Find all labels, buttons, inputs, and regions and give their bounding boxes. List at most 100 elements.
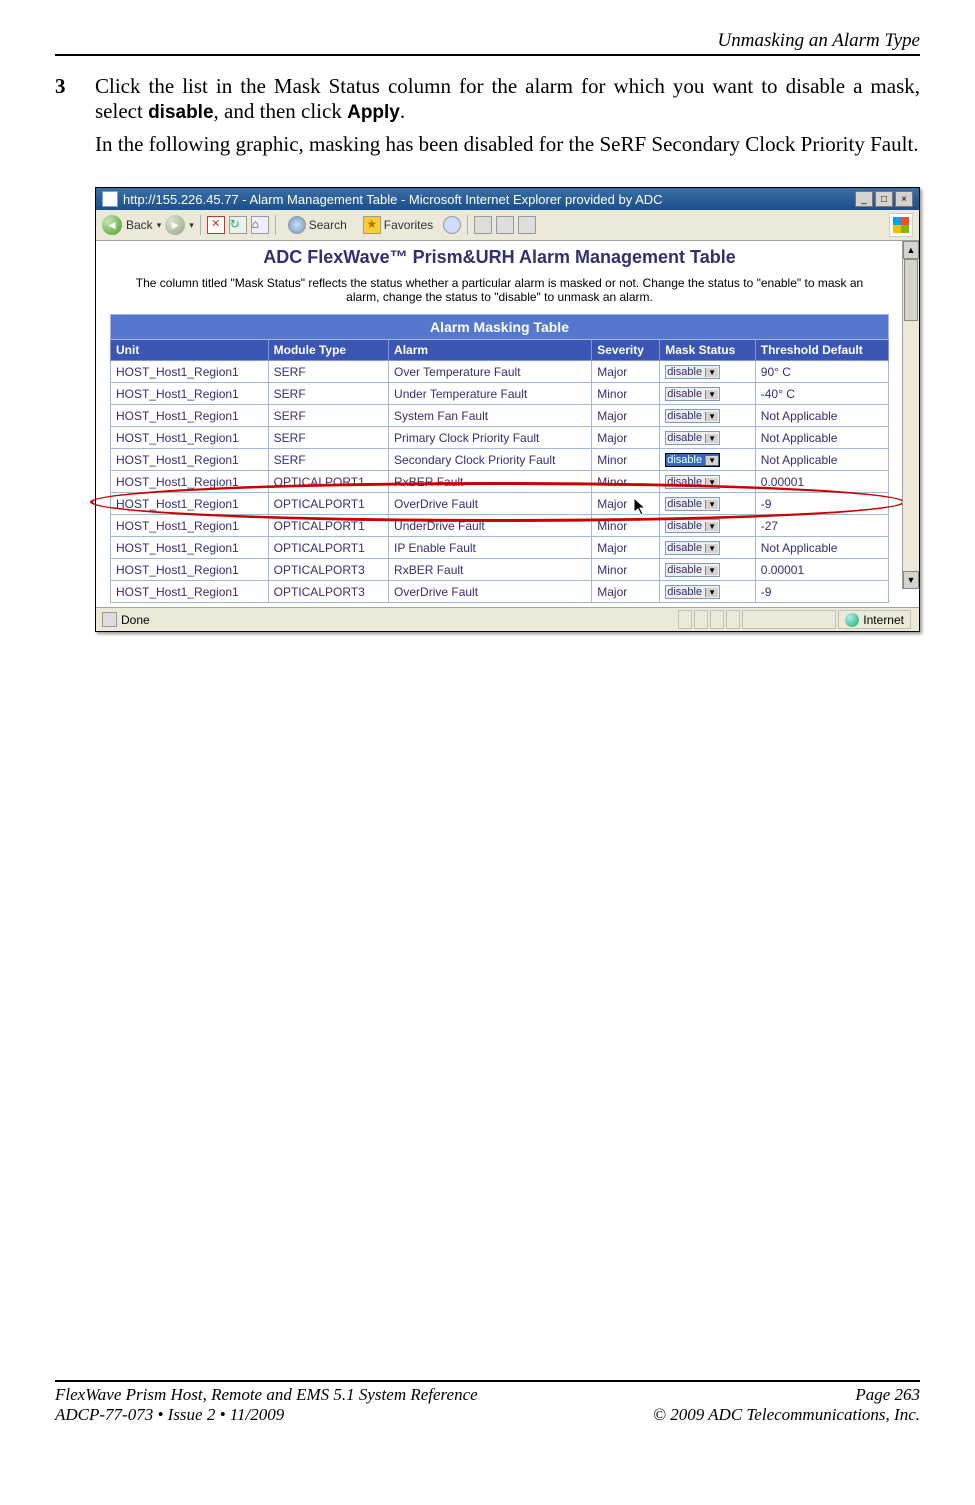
chevron-down-icon[interactable]: ▼ — [705, 500, 718, 509]
mask-status-select[interactable]: disable▼ — [665, 497, 720, 511]
mask-status-cell: disable▼ — [660, 537, 756, 559]
back-button[interactable]: ◄ — [102, 215, 122, 235]
stop-icon[interactable]: ✕ — [207, 216, 225, 234]
mask-status-cell: disable▼ — [660, 449, 756, 471]
cell: Major — [592, 405, 660, 427]
mask-status-cell: disable▼ — [660, 559, 756, 581]
footer-doc-title: FlexWave Prism Host, Remote and EMS 5.1 … — [55, 1385, 478, 1405]
edit-icon[interactable] — [518, 216, 536, 234]
cell: OverDrive Fault — [389, 493, 592, 515]
cell: SERF — [268, 405, 388, 427]
scroll-up-icon[interactable]: ▲ — [903, 241, 919, 259]
cell: OPTICALPORT1 — [268, 471, 388, 493]
search-button[interactable]: Search — [282, 213, 353, 237]
mask-status-cell: disable▼ — [660, 515, 756, 537]
screenshot-figure: http://155.226.45.77 - Alarm Management … — [95, 187, 920, 632]
chevron-down-icon[interactable]: ▼ — [705, 390, 718, 399]
footer-doc-id: ADCP-77-073 • Issue 2 • 11/2009 — [55, 1405, 284, 1425]
windows-logo-icon — [889, 213, 913, 237]
status-done: Done — [121, 613, 150, 627]
cell: Over Temperature Fault — [389, 361, 592, 383]
internet-zone-icon — [845, 613, 859, 627]
chevron-down-icon[interactable]: ▼ — [705, 434, 718, 443]
column-header: Module Type — [268, 340, 388, 361]
table-row: HOST_Host1_Region1OPTICALPORT1OverDrive … — [111, 493, 889, 515]
scroll-thumb[interactable] — [904, 259, 918, 321]
cell: HOST_Host1_Region1 — [111, 559, 269, 581]
cell: SERF — [268, 383, 388, 405]
status-cell — [742, 610, 836, 629]
cell: OPTICALPORT1 — [268, 515, 388, 537]
cell: -9 — [755, 581, 888, 603]
home-icon[interactable]: ⌂ — [251, 216, 269, 234]
history-icon[interactable] — [443, 216, 461, 234]
chevron-down-icon[interactable]: ▼ — [705, 566, 718, 575]
ie-page-icon — [102, 191, 118, 207]
cell: OPTICALPORT1 — [268, 493, 388, 515]
cell: Under Temperature Fault — [389, 383, 592, 405]
maximize-button[interactable]: □ — [875, 191, 893, 207]
cell: Minor — [592, 471, 660, 493]
status-cell — [726, 610, 740, 629]
forward-button[interactable]: ► — [165, 215, 185, 235]
step-number: 3 — [55, 74, 95, 124]
step-body: Click the list in the Mask Status column… — [95, 74, 920, 124]
chevron-down-icon[interactable]: ▼ — [705, 412, 718, 421]
mask-status-select[interactable]: disable▼ — [665, 365, 720, 379]
cell: HOST_Host1_Region1 — [111, 361, 269, 383]
favorites-icon: ★ — [363, 216, 381, 234]
chevron-down-icon[interactable]: ▼ — [705, 588, 718, 597]
cell: HOST_Host1_Region1 — [111, 383, 269, 405]
cell: Minor — [592, 383, 660, 405]
mask-status-select[interactable]: disable▼ — [665, 453, 720, 467]
mail-icon[interactable] — [474, 216, 492, 234]
scroll-down-icon[interactable]: ▼ — [903, 571, 919, 589]
mask-status-cell: disable▼ — [660, 361, 756, 383]
table-caption: Alarm Masking Table — [111, 315, 889, 340]
cell: HOST_Host1_Region1 — [111, 581, 269, 603]
refresh-icon[interactable]: ↻ — [229, 216, 247, 234]
table-row: HOST_Host1_Region1OPTICALPORT1IP Enable … — [111, 537, 889, 559]
mask-status-select[interactable]: disable▼ — [665, 519, 720, 533]
cell: RxBER Fault — [389, 559, 592, 581]
chevron-down-icon[interactable]: ▼ — [705, 544, 718, 553]
back-label[interactable]: Back — [126, 218, 153, 232]
table-row: HOST_Host1_Region1SERFSystem Fan FaultMa… — [111, 405, 889, 427]
chevron-down-icon[interactable]: ▼ — [705, 456, 718, 465]
vertical-scrollbar[interactable]: ▲ ▼ — [902, 241, 919, 589]
mask-status-select[interactable]: disable▼ — [665, 475, 720, 489]
mask-status-cell: disable▼ — [660, 581, 756, 603]
cell: Major — [592, 493, 660, 515]
mask-status-select[interactable]: disable▼ — [665, 431, 720, 445]
table-row: HOST_Host1_Region1OPTICALPORT3OverDrive … — [111, 581, 889, 603]
mask-status-select[interactable]: disable▼ — [665, 409, 720, 423]
chevron-down-icon[interactable]: ▼ — [705, 368, 718, 377]
favorites-button[interactable]: ★Favorites — [357, 213, 439, 237]
cell: Primary Clock Priority Fault — [389, 427, 592, 449]
back-dropdown-icon[interactable]: ▾ — [157, 220, 162, 231]
mask-status-select[interactable]: disable▼ — [665, 563, 720, 577]
mask-status-select[interactable]: disable▼ — [665, 585, 720, 599]
cell: HOST_Host1_Region1 — [111, 405, 269, 427]
cell: System Fan Fault — [389, 405, 592, 427]
browser-statusbar: Done Internet — [96, 607, 919, 631]
cell: SERF — [268, 361, 388, 383]
cell: Secondary Clock Priority Fault — [389, 449, 592, 471]
mask-status-select[interactable]: disable▼ — [665, 541, 720, 555]
table-row: HOST_Host1_Region1OPTICALPORT1UnderDrive… — [111, 515, 889, 537]
page-header: Unmasking an Alarm Type — [55, 30, 920, 52]
step-text-c: . — [400, 99, 405, 123]
minimize-button[interactable]: _ — [855, 191, 873, 207]
status-zone: Internet — [838, 610, 911, 629]
print-icon[interactable] — [496, 216, 514, 234]
cell: OPTICALPORT3 — [268, 559, 388, 581]
chevron-down-icon[interactable]: ▼ — [705, 522, 718, 531]
chevron-down-icon[interactable]: ▼ — [705, 478, 718, 487]
forward-dropdown-icon[interactable]: ▾ — [189, 220, 194, 231]
cell: Major — [592, 581, 660, 603]
column-header: Threshold Default — [755, 340, 888, 361]
mask-status-select[interactable]: disable▼ — [665, 387, 720, 401]
cell: Not Applicable — [755, 537, 888, 559]
close-button[interactable]: × — [895, 191, 913, 207]
cell: 0.00001 — [755, 559, 888, 581]
